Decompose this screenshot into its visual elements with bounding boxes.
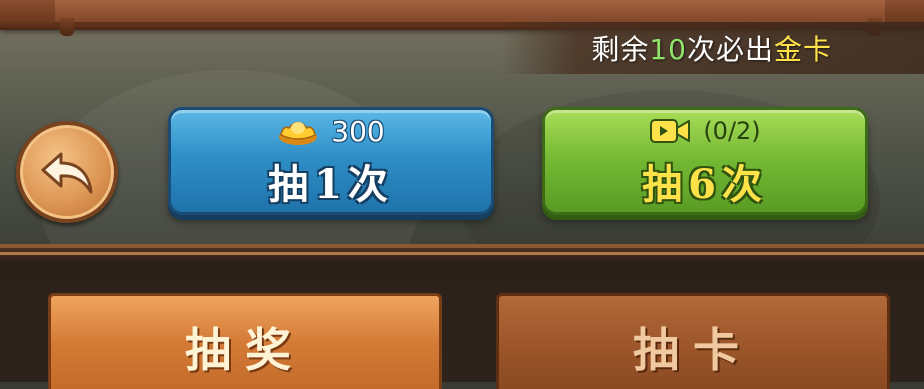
- remaining-count: 10: [649, 33, 687, 66]
- tab-lottery[interactable]: 抽奖: [48, 293, 442, 389]
- undo-arrow-icon: [41, 152, 93, 194]
- draw-once-label: 抽1次: [268, 161, 394, 208]
- guarantee-hint-bar: 剩余10次必出金卡: [500, 22, 924, 74]
- ad-watch-progress: (0/2): [703, 117, 761, 145]
- draw-once-cost: 300: [331, 114, 385, 148]
- draw-six-label: 抽6次: [642, 161, 768, 208]
- gold-ingot-icon: [279, 121, 318, 145]
- tab-card-draw[interactable]: 抽卡: [496, 293, 890, 389]
- video-camera-icon: [650, 119, 691, 143]
- tab-card-draw-label: 抽卡: [633, 323, 753, 377]
- back-button[interactable]: [16, 121, 118, 223]
- draw-once-button[interactable]: 300 抽1次: [168, 107, 494, 215]
- gold-card-text: 金卡: [773, 33, 832, 66]
- draw-six-button[interactable]: (0/2) 抽6次: [542, 107, 868, 215]
- guarantee-hint: 剩余10次必出金卡: [591, 33, 832, 66]
- tab-lottery-label: 抽奖: [185, 323, 305, 377]
- frame-post-left: [60, 18, 74, 36]
